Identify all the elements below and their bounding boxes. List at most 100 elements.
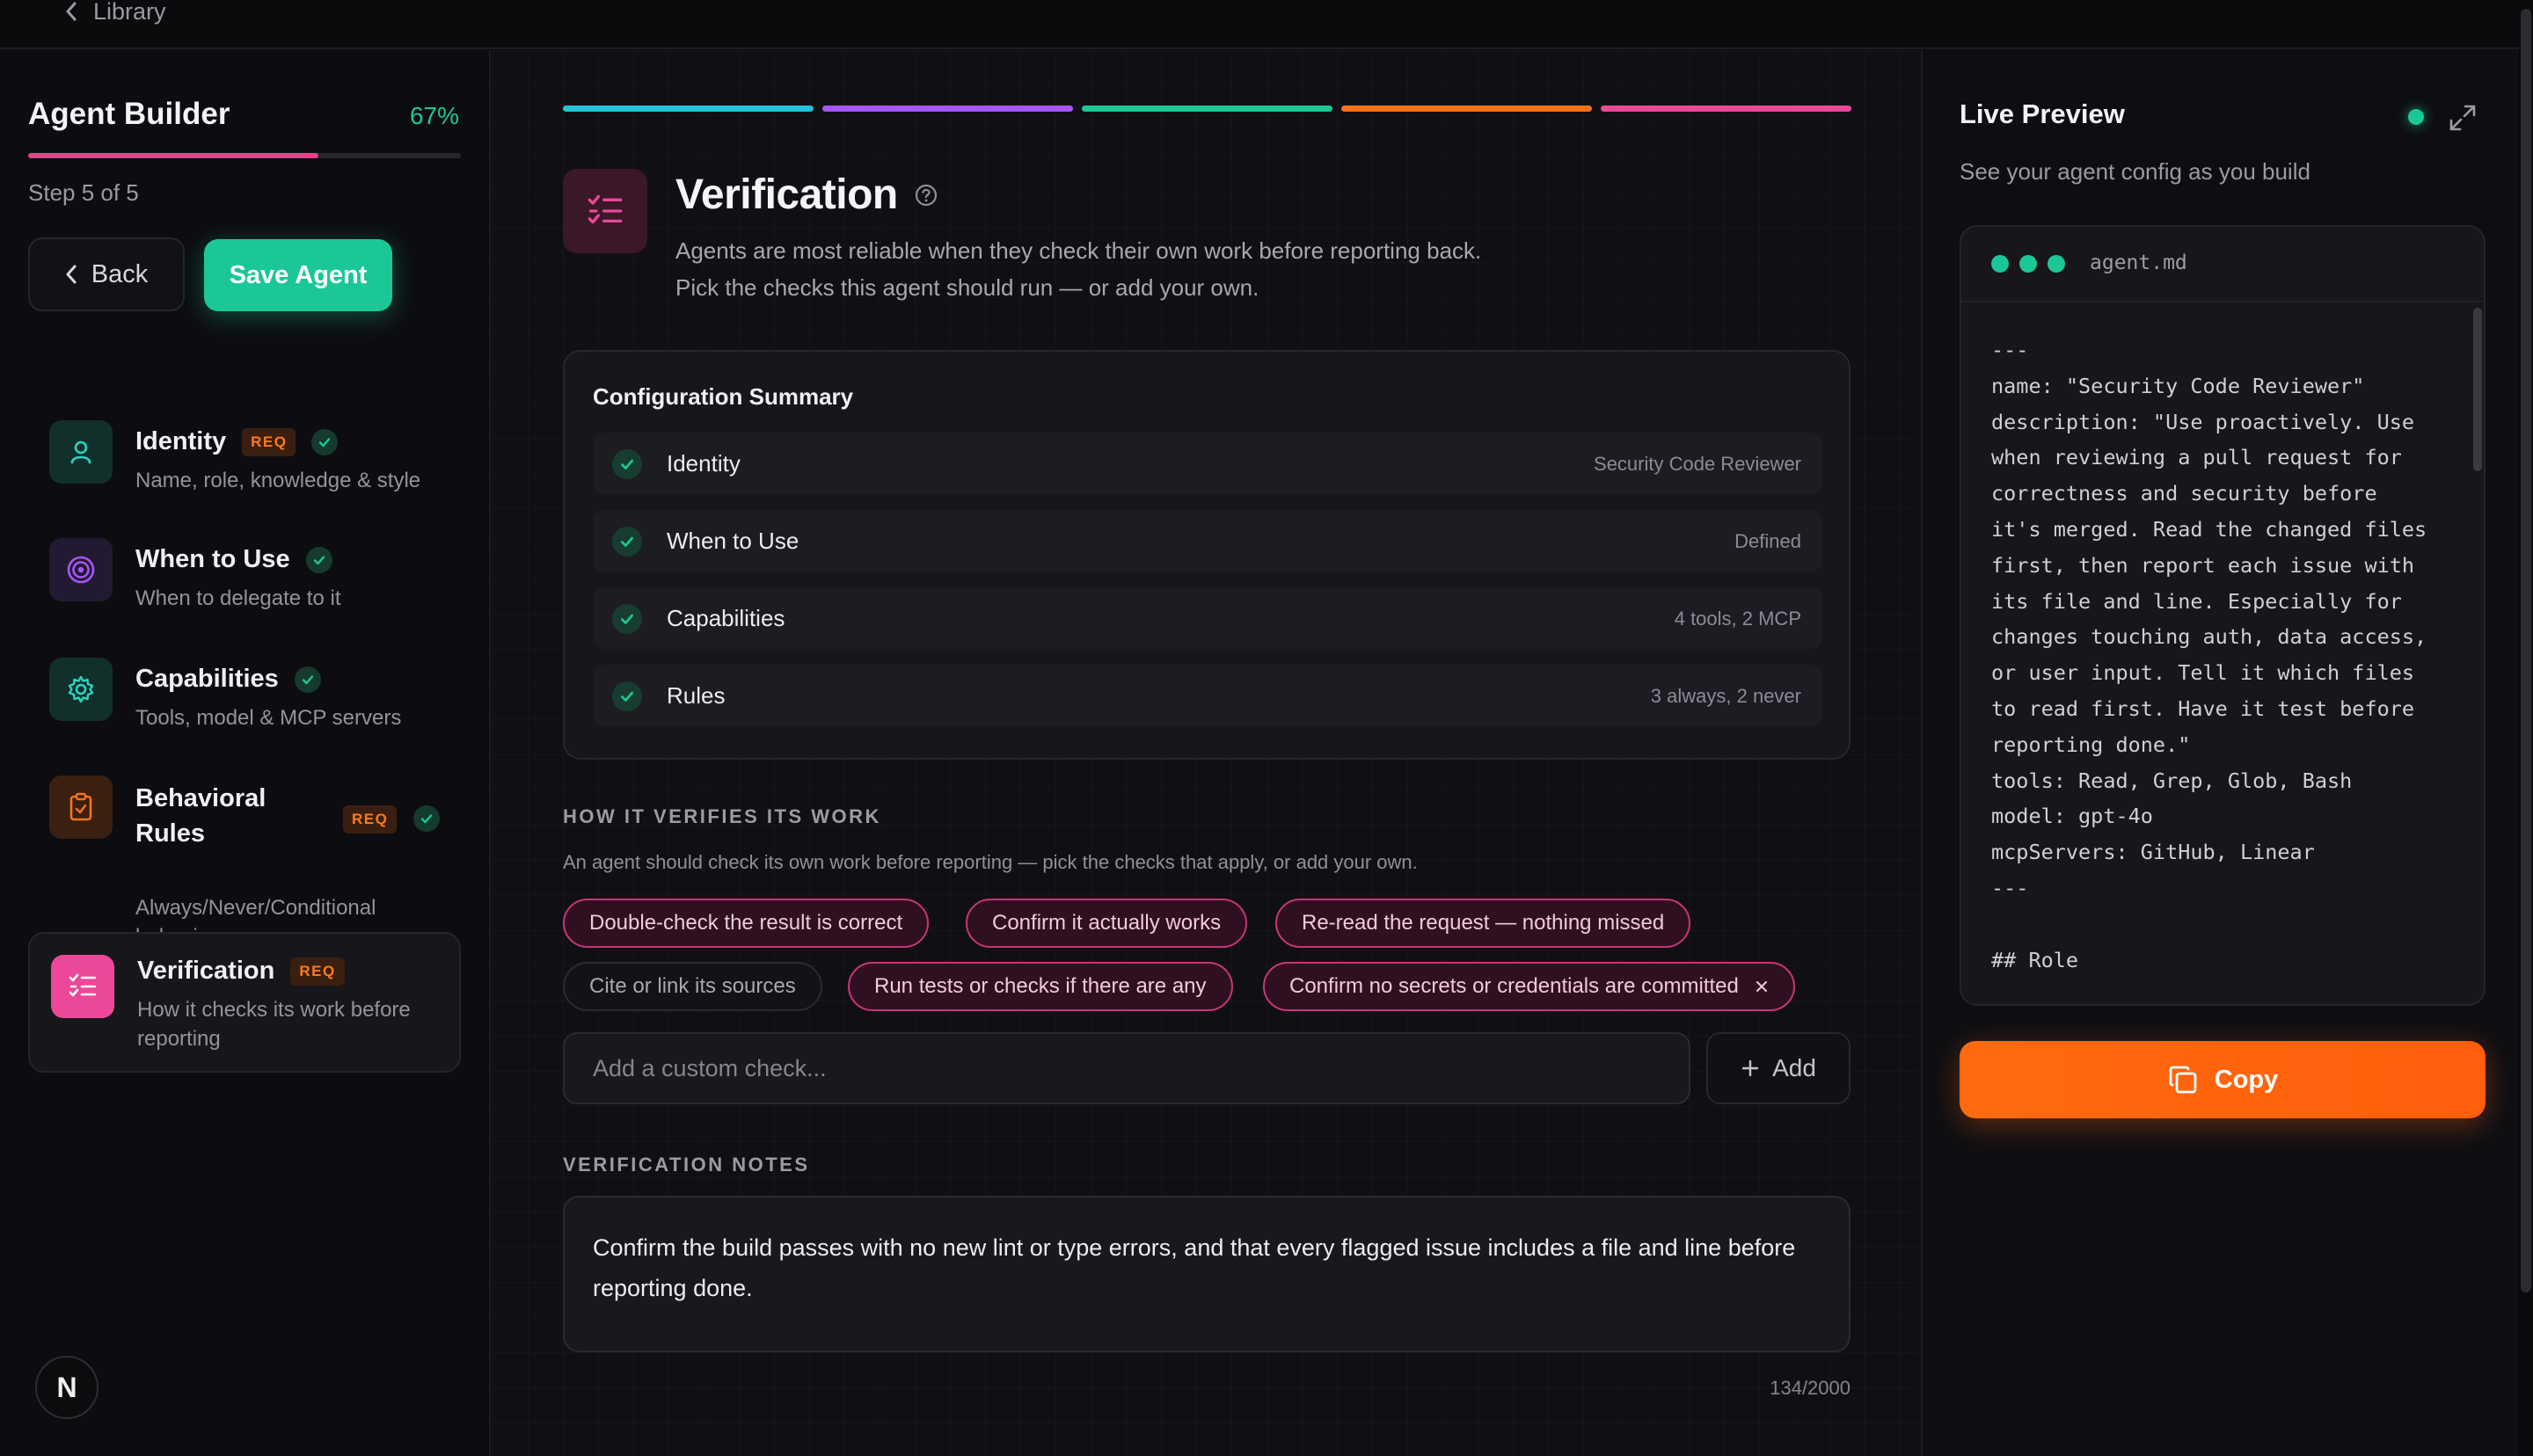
notes-char-count: 134/2000 xyxy=(1770,1377,1850,1399)
code-scrollbar[interactable] xyxy=(2473,308,2482,471)
back-button-label: Back xyxy=(91,259,149,288)
sidebar-item-capabilities[interactable]: Capabilities Tools, model & MCP servers xyxy=(28,638,461,742)
file-name: agent.md xyxy=(2090,251,2187,274)
check-icon xyxy=(612,604,642,634)
progress-segment xyxy=(1082,106,1332,112)
progress-percent: 67% xyxy=(409,102,459,129)
check-icon xyxy=(612,681,642,711)
code-line: model: gpt-4o xyxy=(1991,804,2153,829)
summary-label: Rules xyxy=(667,682,726,709)
sidebar-item-subtitle: Name, role, knowledge & style xyxy=(135,469,421,492)
check-icon xyxy=(612,449,642,479)
code-line: reporting done." xyxy=(1991,732,2191,757)
verification-notes-field[interactable]: Confirm the build passes with no new lin… xyxy=(563,1196,1850,1352)
code-content: --- name: "Security Code Reviewer" descrip… xyxy=(1991,332,2466,978)
required-badge: REQ xyxy=(343,805,398,834)
sidebar-item-subtitle: How it checks its work before reporting xyxy=(137,998,411,1051)
checks-heading: HOW IT VERIFIES ITS WORK xyxy=(563,805,881,827)
check-chip[interactable]: Confirm it actually works xyxy=(966,899,1248,948)
required-badge: REQ xyxy=(290,957,345,986)
code-line: when reviewing a pull request for xyxy=(1991,445,2402,470)
summary-label: Identity xyxy=(667,450,741,477)
progress-segment xyxy=(563,106,814,112)
progress-segment xyxy=(822,106,1073,112)
sidebar-item-verification[interactable]: Verification REQ How it checks its work … xyxy=(28,932,461,1073)
sidebar-item-identity[interactable]: Identity REQ Name, role, knowledge & sty… xyxy=(28,401,461,505)
summary-label: Capabilities xyxy=(667,605,785,631)
progress-fill xyxy=(28,153,318,158)
check-icon xyxy=(413,805,440,832)
progress-segment xyxy=(1341,106,1592,112)
check-chip[interactable]: Double-check the result is correct xyxy=(563,899,930,948)
help-icon[interactable] xyxy=(914,183,938,207)
plus-icon xyxy=(1741,1059,1759,1077)
check-icon xyxy=(311,428,339,455)
code-line: changes touching auth, data access, xyxy=(1991,624,2427,650)
sidebar-item-label: Verification xyxy=(137,957,275,985)
summary-title: Configuration Summary xyxy=(593,383,854,410)
sidebar-title: Agent Builder xyxy=(28,97,230,131)
expand-icon[interactable] xyxy=(2445,100,2480,135)
add-check-label: Add xyxy=(1772,1054,1816,1081)
add-check-button[interactable]: Add xyxy=(1706,1032,1850,1104)
back-button[interactable]: Back xyxy=(28,237,185,311)
library-back-label: Library xyxy=(93,0,166,25)
save-agent-button[interactable]: Save Agent xyxy=(204,239,392,311)
sidebar-item-subtitle: When to delegate to it xyxy=(135,586,341,610)
top-bar: Library xyxy=(0,0,2533,49)
custom-check-input[interactable] xyxy=(563,1032,1690,1104)
step-indicator: Step 5 of 5 xyxy=(28,179,139,206)
sidebar-item-label: Rules xyxy=(135,819,205,848)
sidebar-item-behavioral-rules[interactable]: Behavioral Rules REQ Always/Never/Condit… xyxy=(28,756,461,950)
code-line: to read first. Have it test before xyxy=(1991,695,2415,721)
window-dot-icon xyxy=(2048,255,2065,273)
summary-row-capabilities: Capabilities 4 tools, 2 MCP xyxy=(593,587,1822,649)
copy-icon xyxy=(2169,1066,2197,1094)
sidebar-item-label: Behavioral xyxy=(135,784,266,812)
sidebar-item-label: Identity xyxy=(135,427,227,455)
configuration-summary: Configuration Summary Identity Security … xyxy=(563,350,1850,760)
notes-heading: VERIFICATION NOTES xyxy=(563,1154,810,1176)
app-logo[interactable]: N xyxy=(35,1356,99,1419)
live-preview-panel: Live Preview See your agent config as yo… xyxy=(1921,51,2519,1456)
check-chip[interactable]: Run tests or checks if there are any xyxy=(848,962,1233,1011)
code-line: --- xyxy=(1991,875,2029,900)
chevron-left-icon xyxy=(66,2,77,21)
window-scrollbar-thumb[interactable] xyxy=(2521,9,2531,1292)
main-content: Verification Agents are most reliable wh… xyxy=(493,51,1919,1456)
code-line: --- xyxy=(1991,338,2029,362)
code-line: ## Role xyxy=(1991,947,2079,972)
check-chip[interactable]: Cite or link its sources xyxy=(563,962,822,1011)
chevron-left-icon xyxy=(66,265,77,284)
code-line: name: "Security Code Reviewer" xyxy=(1991,373,2365,398)
check-icon xyxy=(305,546,332,573)
live-status-dot xyxy=(2408,109,2424,125)
sidebar-item-label: Capabilities xyxy=(135,665,279,693)
sidebar-item-when-to-use[interactable]: When to Use When to delegate to it xyxy=(28,519,461,622)
sidebar: Agent Builder 67% Step 5 of 5 Back Save … xyxy=(0,51,491,1456)
required-badge: REQ xyxy=(242,427,296,456)
checklist-icon xyxy=(51,955,114,1018)
check-chip[interactable]: Re-read the request — nothing missed xyxy=(1275,899,1691,948)
summary-row-identity: Identity Security Code Reviewer xyxy=(593,433,1822,494)
checklist-icon xyxy=(563,169,647,253)
copy-label: Copy xyxy=(2214,1065,2279,1094)
code-line: tools: Read, Grep, Glob, Bash xyxy=(1991,768,2353,793)
code-line: description: "Use proactively. Use xyxy=(1991,409,2415,434)
summary-value: Defined xyxy=(1734,530,1801,552)
check-chip[interactable]: Confirm no secrets or credentials are co… xyxy=(1263,962,1795,1011)
check-icon xyxy=(612,527,642,557)
summary-label: When to Use xyxy=(667,528,799,554)
clipboard-icon xyxy=(49,775,113,839)
sidebar-item-subtitle: Tools, model & MCP servers xyxy=(135,706,402,730)
copy-button[interactable]: Copy xyxy=(1960,1041,2486,1118)
summary-value: 4 tools, 2 MCP xyxy=(1674,608,1801,630)
check-icon xyxy=(294,666,321,693)
page-title: Verification xyxy=(675,171,898,218)
code-line: or user input. Tell it which files xyxy=(1991,660,2415,686)
remove-icon[interactable] xyxy=(1755,979,1769,994)
page-description: Agents are most reliable when they check… xyxy=(675,237,1482,301)
library-back-link[interactable]: Library xyxy=(65,0,166,25)
code-header: agent.md xyxy=(1961,227,2484,302)
checks-help-text: An agent should check its own work befor… xyxy=(563,851,1418,873)
